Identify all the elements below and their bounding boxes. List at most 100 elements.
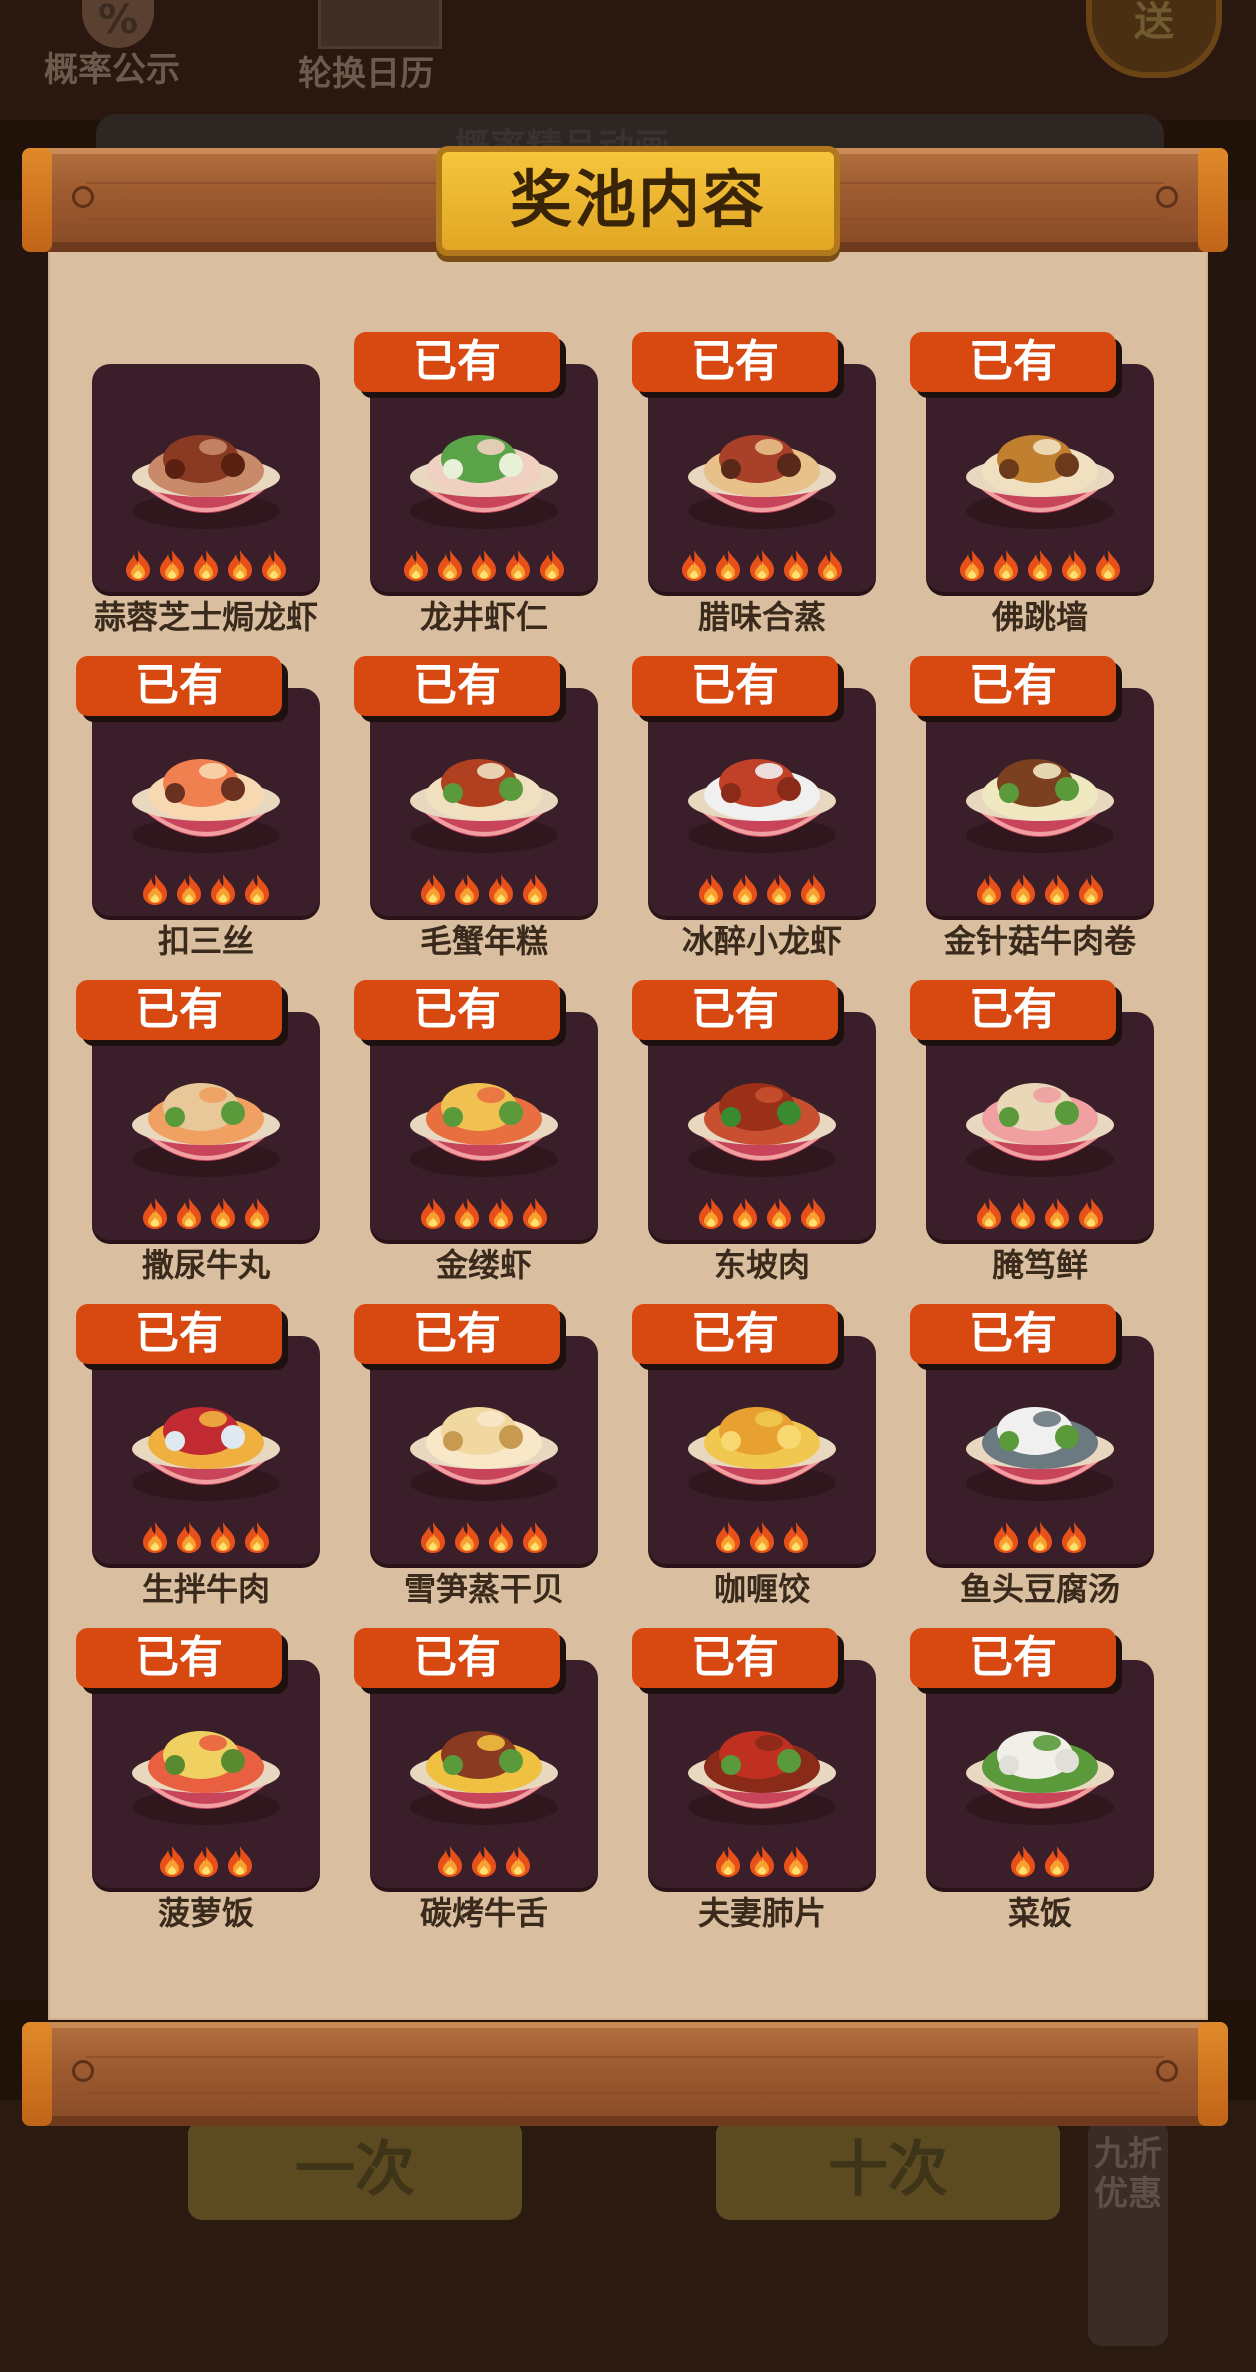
dish-item[interactable]: 已有 金缕虾 xyxy=(326,948,602,1284)
dish-card[interactable] xyxy=(926,1336,1154,1564)
dish-icon xyxy=(688,1730,836,1825)
dish-item[interactable]: 已有 撒尿牛丸 xyxy=(48,948,324,1284)
dish-card[interactable] xyxy=(92,688,320,916)
dish-icon xyxy=(132,758,280,853)
flame-star-icon xyxy=(242,1520,272,1554)
flame-star-icon xyxy=(486,1196,516,1230)
dish-item[interactable]: 已有 腊味合蒸 xyxy=(604,300,880,636)
dish-item[interactable]: 已有 冰醉小龙虾 xyxy=(604,624,880,960)
dish-card[interactable] xyxy=(370,688,598,916)
flame-star-icon xyxy=(679,548,709,582)
dish-item[interactable]: 已有 毛蟹年糕 xyxy=(326,624,602,960)
flame-star-icon xyxy=(486,1520,516,1554)
star-rating xyxy=(92,548,320,586)
flame-star-icon xyxy=(764,1196,794,1230)
calendar-icon[interactable] xyxy=(318,0,442,49)
dish-card[interactable] xyxy=(926,364,1154,592)
dish-card[interactable] xyxy=(92,1012,320,1240)
star-rating xyxy=(92,1196,320,1234)
flame-star-icon xyxy=(781,548,811,582)
flame-star-icon xyxy=(1042,872,1072,906)
dish-item[interactable]: 已有 菠萝饭 xyxy=(48,1596,324,1932)
dish-card[interactable] xyxy=(648,1336,876,1564)
calendar-label[interactable]: 轮换日历 xyxy=(298,46,434,95)
dish-item[interactable]: 已有 碳烤牛舌 xyxy=(326,1596,602,1932)
flame-star-icon xyxy=(537,548,567,582)
dish-item[interactable]: 已有 东坡肉 xyxy=(604,948,880,1284)
rod-end-cap xyxy=(22,148,52,252)
flame-star-icon xyxy=(418,1520,448,1554)
dish-item[interactable]: 已有 生拌牛肉 xyxy=(48,1272,324,1608)
dish-card[interactable] xyxy=(926,1660,1154,1888)
dish-item[interactable]: 已有 鱼头豆腐汤 xyxy=(882,1272,1158,1608)
owned-badge: 已有 xyxy=(632,980,838,1040)
flame-star-icon xyxy=(191,1844,221,1878)
owned-badge: 已有 xyxy=(632,1304,838,1364)
dish-item[interactable]: 已有 腌笃鲜 xyxy=(882,948,1158,1284)
dish-card[interactable] xyxy=(926,688,1154,916)
flame-star-icon xyxy=(174,1196,204,1230)
dish-item[interactable]: 已有 龙井虾仁 xyxy=(326,300,602,636)
bolt-icon xyxy=(72,2060,94,2082)
dish-item[interactable]: 已有 菜饭 xyxy=(882,1596,1158,1932)
dish-card[interactable] xyxy=(370,364,598,592)
dish-card[interactable] xyxy=(648,688,876,916)
flame-star-icon xyxy=(520,1520,550,1554)
dish-name: 菜饭 xyxy=(1007,1894,1072,1932)
dish-icon xyxy=(966,434,1114,529)
dish-item[interactable]: 已有 扣三丝 xyxy=(48,624,324,960)
rod-end-cap xyxy=(1198,148,1228,252)
draw-once-button[interactable]: 一次 xyxy=(188,2120,522,2220)
flame-star-icon xyxy=(140,872,170,906)
flame-star-icon xyxy=(730,1196,760,1230)
owned-badge: 已有 xyxy=(354,656,560,716)
flame-star-icon xyxy=(208,1196,238,1230)
dish-card[interactable] xyxy=(370,1336,598,1564)
flame-star-icon xyxy=(1008,872,1038,906)
dish-card[interactable] xyxy=(648,364,876,592)
bolt-icon xyxy=(1156,2060,1178,2082)
owned-badge: 已有 xyxy=(76,980,282,1040)
dish-icon xyxy=(410,1406,558,1501)
flame-star-icon xyxy=(191,548,221,582)
flame-star-icon xyxy=(1042,1844,1072,1878)
draw-ten-button[interactable]: 十次 xyxy=(716,2120,1060,2220)
dish-icon xyxy=(688,758,836,853)
star-rating xyxy=(926,1844,1154,1882)
dish-card[interactable] xyxy=(926,1012,1154,1240)
dish-card[interactable] xyxy=(648,1012,876,1240)
flame-star-icon xyxy=(418,1196,448,1230)
star-rating xyxy=(370,872,598,910)
dish-item[interactable]: 已有 咖喱饺 xyxy=(604,1272,880,1608)
owned-badge: 已有 xyxy=(632,332,838,392)
star-rating xyxy=(648,548,876,586)
star-rating xyxy=(92,1844,320,1882)
owned-badge: 已有 xyxy=(632,656,838,716)
star-rating xyxy=(370,548,598,586)
dish-item[interactable]: 已有 雪笋蒸干贝 xyxy=(326,1272,602,1608)
flame-star-icon xyxy=(1025,1520,1055,1554)
odds-label[interactable]: 概率公示 xyxy=(44,42,180,91)
flame-star-icon xyxy=(1076,872,1106,906)
dish-card[interactable] xyxy=(92,364,320,592)
dish-item[interactable]: 已有 金针菇牛肉卷 xyxy=(882,624,1158,960)
flame-star-icon xyxy=(486,872,516,906)
dish-card[interactable] xyxy=(370,1660,598,1888)
dish-card[interactable] xyxy=(648,1660,876,1888)
dish-item[interactable]: 蒜蓉芝士焗龙虾 xyxy=(48,300,324,636)
dish-name: 夫妻肺片 xyxy=(697,1894,826,1932)
flame-star-icon xyxy=(798,1196,828,1230)
dish-item[interactable]: 已有 佛跳墙 xyxy=(882,300,1158,636)
dish-item[interactable]: 已有 夫妻肺片 xyxy=(604,1596,880,1932)
dish-card[interactable] xyxy=(92,1336,320,1564)
dish-icon xyxy=(966,1730,1114,1825)
flame-star-icon xyxy=(781,1844,811,1878)
flame-star-icon xyxy=(140,1196,170,1230)
flame-star-icon xyxy=(469,548,499,582)
flame-star-icon xyxy=(452,872,482,906)
dish-card[interactable] xyxy=(92,1660,320,1888)
dish-card[interactable] xyxy=(370,1012,598,1240)
flame-star-icon xyxy=(503,548,533,582)
dish-icon xyxy=(132,1730,280,1825)
rod-wood-grain xyxy=(86,2056,1164,2058)
